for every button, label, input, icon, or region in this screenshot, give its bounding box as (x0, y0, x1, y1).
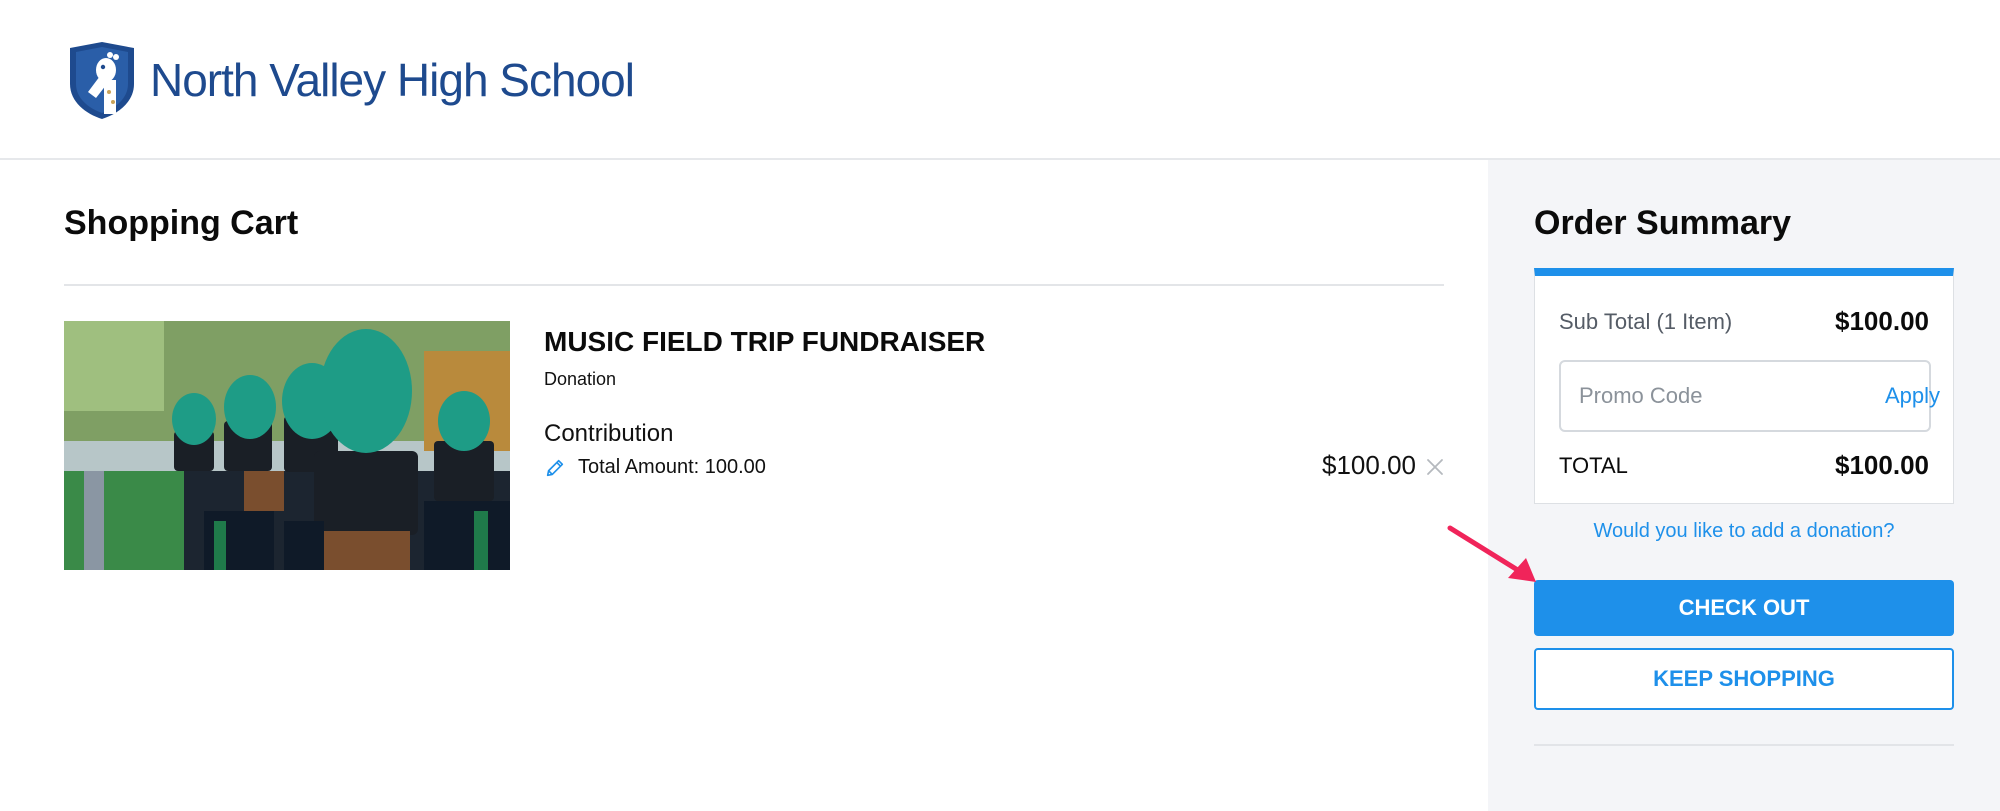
subtotal-row: Sub Total (1 Item) $100.00 (1559, 306, 1929, 337)
keep-shopping-button[interactable]: KEEP SHOPPING (1534, 648, 1954, 710)
cart-section: Shopping Cart MUSIC FIELD TRIP FUNDRAISE… (0, 160, 1488, 811)
marching-band-photo (64, 321, 510, 570)
giraffe-shield-icon (70, 42, 134, 119)
checkout-button[interactable]: CHECK OUT (1534, 580, 1954, 636)
item-option-label: Contribution (544, 420, 674, 447)
subtotal-label: Sub Total (1 Item) (1559, 308, 1733, 334)
divider (1534, 744, 1954, 746)
close-icon[interactable] (1424, 456, 1446, 478)
annotation-arrow-icon (1447, 525, 1536, 582)
total-label: TOTAL (1559, 452, 1628, 478)
promo-code-input[interactable] (1561, 382, 1869, 410)
item-price: $100.00 (1322, 450, 1416, 480)
subtotal-value: $100.00 (1835, 306, 1929, 336)
page-title: Shopping Cart (64, 204, 299, 242)
school-name: North Valley High School (150, 54, 635, 106)
item-amount-text: Total Amount: 100.00 (578, 456, 766, 478)
pencil-icon[interactable] (544, 457, 566, 479)
apply-button[interactable]: Apply (1869, 383, 1956, 409)
item-photo (64, 321, 510, 570)
item-amount: Total Amount: 100.00 (544, 456, 766, 479)
summary-box: Sub Total (1 Item) $100.00 Apply TOTAL $… (1534, 268, 1954, 504)
total-row: TOTAL $100.00 (1559, 450, 1929, 481)
item-type: Donation (544, 369, 617, 389)
site-header: North Valley High School (0, 0, 2000, 160)
school-logo-link[interactable]: North Valley High School (66, 40, 635, 120)
item-title[interactable]: MUSIC FIELD TRIP FUNDRAISER (544, 326, 985, 358)
order-summary-panel: Order Summary Sub Total (1 Item) $100.00… (1488, 160, 2000, 811)
total-value: $100.00 (1835, 450, 1929, 480)
promo-code-field: Apply (1559, 360, 1940, 432)
divider (64, 284, 1444, 286)
summary-title: Order Summary (1534, 204, 1791, 242)
add-donation-link[interactable]: Would you like to add a donation? (1534, 520, 1954, 543)
